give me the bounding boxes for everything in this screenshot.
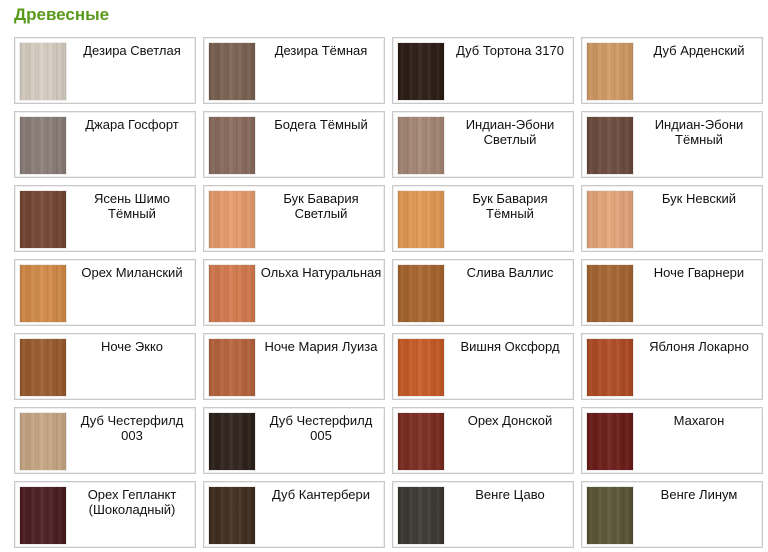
color-card[interactable]: Орех Донской [392, 407, 574, 474]
wood-swatch[interactable] [20, 265, 66, 322]
color-name: Бук Бавария Тёмный [472, 191, 548, 221]
color-name: Бук Бавария Светлый [283, 191, 359, 221]
wood-swatch[interactable] [587, 117, 633, 174]
wood-swatch[interactable] [398, 191, 444, 248]
color-card[interactable]: Венге Линум [581, 481, 763, 548]
wood-swatch[interactable] [398, 43, 444, 100]
color-name: Дуб Арденский [653, 43, 745, 58]
color-card[interactable]: Бук Бавария Светлый [203, 185, 385, 252]
color-name: Орех Донской [467, 413, 553, 428]
color-card[interactable]: Бук Бавария Тёмный [392, 185, 574, 252]
color-card[interactable]: Венге Цаво [392, 481, 574, 548]
color-card[interactable]: Джара Госфорт [14, 111, 196, 178]
color-card[interactable]: Орех Миланский [14, 259, 196, 326]
wood-swatch[interactable] [587, 413, 633, 470]
wood-swatch[interactable] [209, 43, 255, 100]
wood-swatch[interactable] [587, 43, 633, 100]
color-card[interactable]: Ясень Шимо Тёмный [14, 185, 196, 252]
wood-swatch[interactable] [20, 191, 66, 248]
color-name: Ноче Гварнери [653, 265, 745, 280]
wood-swatch[interactable] [20, 487, 66, 544]
color-card[interactable]: Индиан-Эбони Тёмный [581, 111, 763, 178]
color-card[interactable]: Дезира Тёмная [203, 37, 385, 104]
color-name: Венге Линум [660, 487, 738, 502]
wood-swatch[interactable] [398, 117, 444, 174]
wood-swatch[interactable] [20, 413, 66, 470]
color-name: Дуб Честерфилд 003 [80, 413, 184, 443]
color-name: Ноче Экко [100, 339, 164, 354]
wood-swatch[interactable] [587, 339, 633, 396]
color-card[interactable]: Дезира Светлая [14, 37, 196, 104]
color-name: Орех Миланский [81, 265, 183, 280]
color-name: Дуб Кантербери [271, 487, 371, 502]
color-card[interactable]: Махагон [581, 407, 763, 474]
color-card[interactable]: Слива Валлис [392, 259, 574, 326]
color-name: Бодега Тёмный [274, 117, 368, 132]
wood-swatch[interactable] [20, 117, 66, 174]
color-name: Венге Цаво [475, 487, 545, 502]
color-card[interactable]: Ноче Мария Луиза [203, 333, 385, 400]
color-name: Ольха Натуральная [260, 265, 382, 280]
color-card[interactable]: Ноче Гварнери [581, 259, 763, 326]
color-card[interactable]: Дуб Тортона 3170 [392, 37, 574, 104]
color-name: Яблоня Локарно [649, 339, 749, 354]
wood-swatch[interactable] [209, 265, 255, 322]
color-name: Вишня Оксфорд [460, 339, 560, 354]
color-card[interactable]: Индиан-Эбони Светлый [392, 111, 574, 178]
wood-swatch[interactable] [587, 265, 633, 322]
wood-swatch[interactable] [209, 117, 255, 174]
color-card[interactable]: Дуб Кантербери [203, 481, 385, 548]
color-card[interactable]: Ольха Натуральная [203, 259, 385, 326]
wood-swatch[interactable] [398, 487, 444, 544]
color-card[interactable]: Дуб Честерфилд 005 [203, 407, 385, 474]
color-name: Орех Гепланкт (Шоколадный) [87, 487, 177, 517]
wood-swatch[interactable] [398, 413, 444, 470]
wood-swatch[interactable] [398, 339, 444, 396]
wood-swatch[interactable] [587, 191, 633, 248]
color-card[interactable]: Бук Невский [581, 185, 763, 252]
color-name: Индиан-Эбони Тёмный [654, 117, 744, 147]
color-name: Индиан-Эбони Светлый [465, 117, 555, 147]
color-card[interactable]: Дуб Арденский [581, 37, 763, 104]
color-name: Слива Валлис [466, 265, 554, 280]
color-name: Дезира Тёмная [274, 43, 368, 58]
color-card[interactable]: Вишня Оксфорд [392, 333, 574, 400]
color-name: Джара Госфорт [85, 117, 179, 132]
color-name: Дуб Честерфилд 005 [269, 413, 373, 443]
wood-swatch[interactable] [587, 487, 633, 544]
section-title: Древесные [14, 5, 110, 24]
color-card[interactable]: Бодега Тёмный [203, 111, 385, 178]
color-name: Дуб Тортона 3170 [456, 43, 564, 58]
wood-swatch[interactable] [209, 191, 255, 248]
color-name: Махагон [673, 413, 725, 428]
wood-swatch[interactable] [398, 265, 444, 322]
wood-swatch[interactable] [20, 43, 66, 100]
wood-swatch[interactable] [20, 339, 66, 396]
wood-swatch[interactable] [209, 339, 255, 396]
swatch-grid: Дезира Светлая Дезира Тёмная Дуб Тортона 3… [14, 37, 763, 548]
color-name: Дезира Светлая [83, 43, 181, 58]
wood-swatch[interactable] [209, 487, 255, 544]
color-card[interactable]: Дуб Честерфилд 003 [14, 407, 196, 474]
color-name: Ясень Шимо Тёмный [93, 191, 171, 221]
color-card[interactable]: Яблоня Локарно [581, 333, 763, 400]
color-name: Бук Невский [661, 191, 737, 206]
color-name: Ноче Мария Луиза [264, 339, 378, 354]
color-card[interactable]: Ноче Экко [14, 333, 196, 400]
wood-swatch[interactable] [209, 413, 255, 470]
color-card[interactable]: Орех Гепланкт (Шоколадный) [14, 481, 196, 548]
